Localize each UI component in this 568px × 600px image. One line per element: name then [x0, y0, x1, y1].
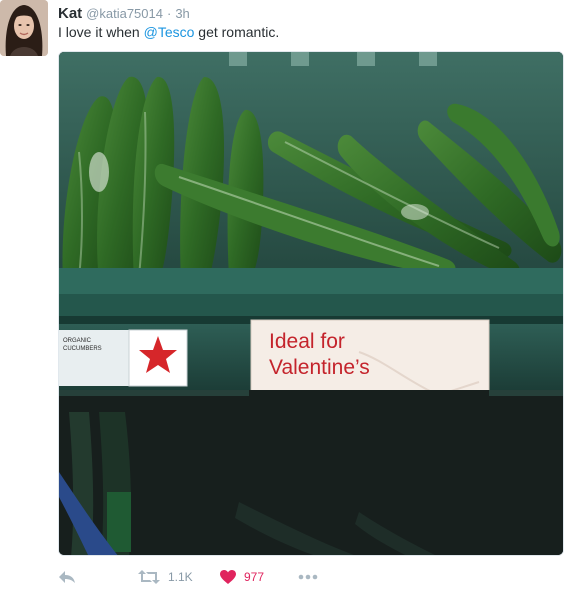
mention-link[interactable]: @Tesco: [144, 24, 195, 40]
more-button[interactable]: [298, 566, 318, 588]
tweet-photo[interactable]: ORGANIC CUCUMBERS Ideal for Valentine’s: [58, 51, 564, 556]
shelf-label-line2: CUCUMBERS: [63, 346, 102, 352]
user-handle[interactable]: @katia75014: [86, 6, 163, 21]
more-dots-icon: [298, 574, 318, 580]
like-button[interactable]: 977: [220, 566, 264, 588]
sign-line2: Valentine’s: [269, 356, 370, 379]
like-count: 977: [244, 570, 265, 584]
tweet-text: I love it when @Tesco get romantic.: [58, 24, 279, 40]
retweet-button[interactable]: 1.1K: [138, 566, 193, 588]
tweet-timestamp[interactable]: 3h: [175, 6, 189, 21]
separator-dot: ·: [166, 6, 172, 21]
tweet-text-before: I love it when: [58, 24, 144, 40]
tweet-header: Kat @katia75014 · 3h: [58, 5, 190, 23]
retweet-icon: [138, 570, 160, 584]
reply-icon: [59, 571, 75, 583]
cucumber-shelf-image: ORGANIC CUCUMBERS Ideal for Valentine’s: [59, 52, 563, 555]
avatar-image: [0, 0, 48, 56]
tweet-text-after: get romantic.: [194, 24, 280, 40]
tweet-actions: 1.1K 977: [58, 566, 358, 590]
heart-icon: [220, 570, 236, 584]
sign-line1: Ideal for: [269, 330, 345, 353]
retweet-count: 1.1K: [168, 570, 193, 584]
reply-button[interactable]: [58, 566, 76, 588]
shelf-label-line1: ORGANIC: [63, 338, 92, 344]
display-name[interactable]: Kat: [58, 5, 82, 22]
avatar[interactable]: [0, 0, 48, 56]
